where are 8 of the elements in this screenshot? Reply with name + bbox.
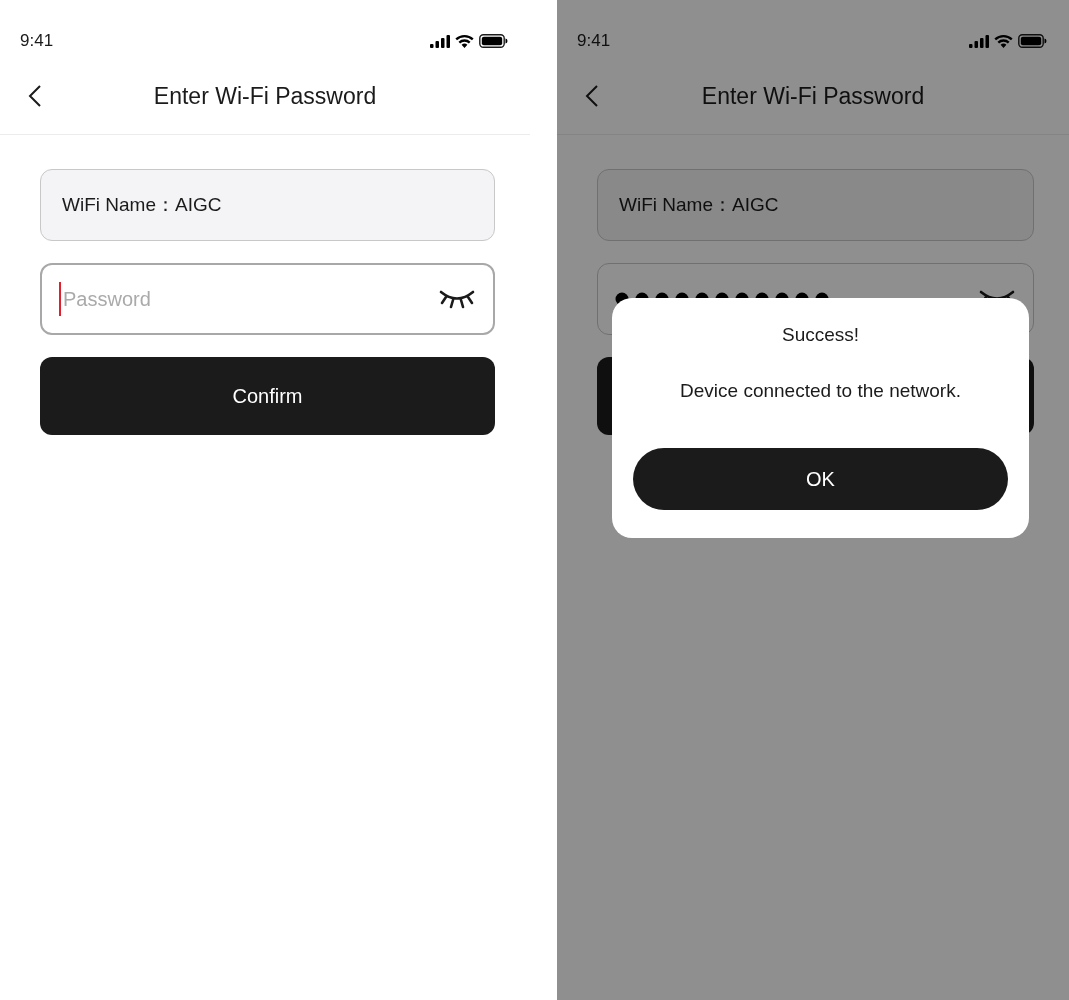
status-time: 9:41 (20, 31, 54, 51)
wifi-name-field: WiFi Name：AIGC (40, 169, 495, 241)
dialog-message: Device connected to the network. (680, 380, 961, 402)
status-time: 9:41 (577, 31, 611, 51)
page-title: Enter Wi‑Fi Password (701, 82, 925, 110)
wifi-name-field: WiFi Name：AIGC (597, 169, 1034, 241)
dialog-title: Success! (781, 324, 860, 346)
page-title: Enter Wi‑Fi Password (153, 82, 377, 110)
